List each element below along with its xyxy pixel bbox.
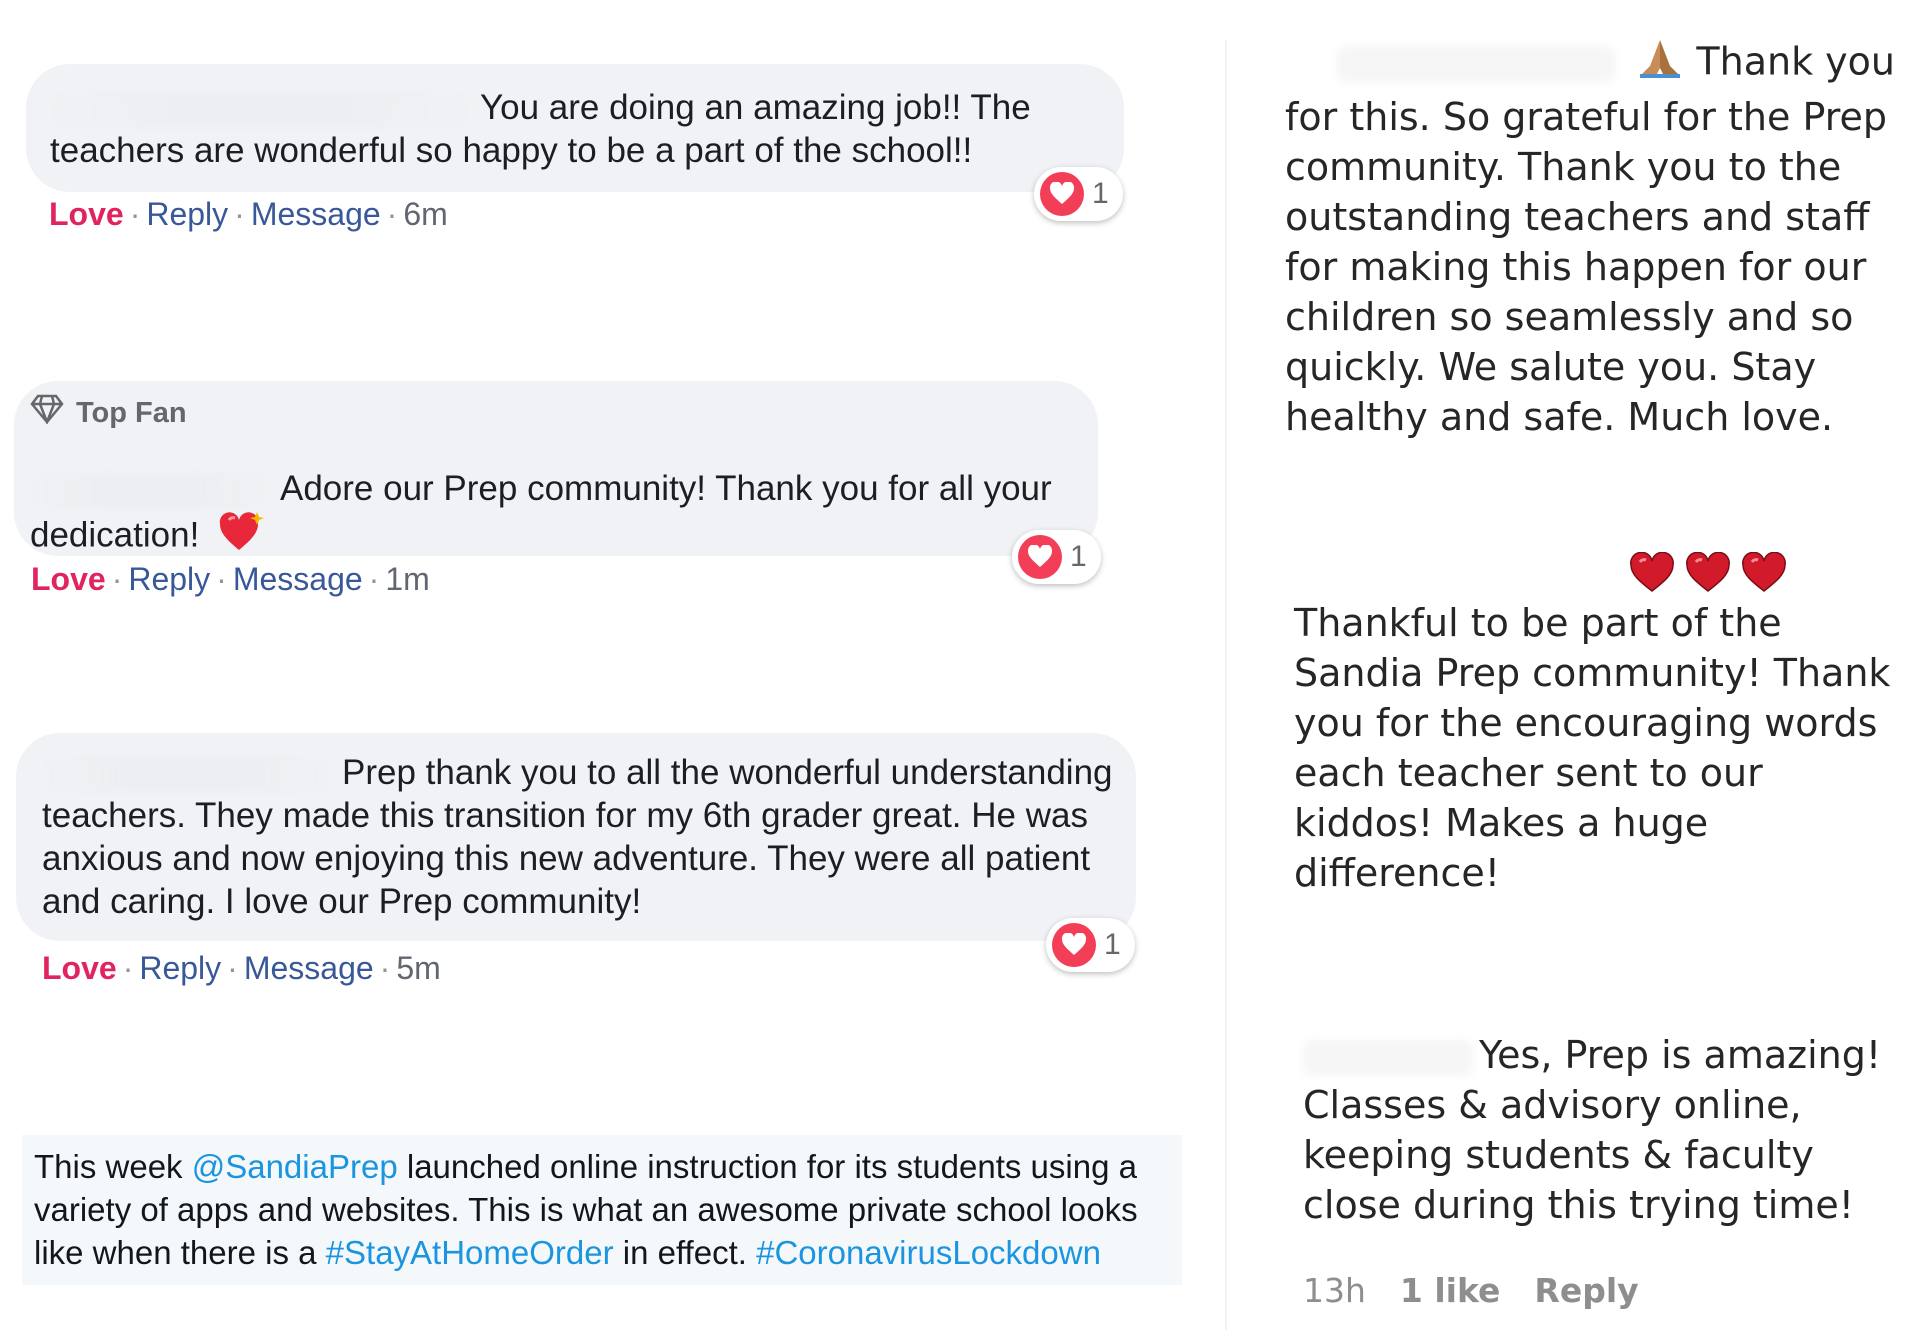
hashtag-link[interactable]: #StayAtHomeOrder — [326, 1234, 614, 1271]
reaction-count: 1 — [1070, 540, 1087, 573]
separator: · — [379, 950, 391, 986]
ig-comment-text: for this. So grateful for the Prep commu… — [1285, 95, 1887, 439]
message-link[interactable]: Message — [233, 561, 363, 597]
red-heart-emoji — [1740, 551, 1788, 599]
comment-bubble: You are doing an amazing job!! The teach… — [26, 64, 1124, 192]
separator: · — [368, 561, 380, 597]
ig-comment: Thankful to be part of the Sandia Prep c… — [1294, 598, 1894, 898]
praying-hands-emoji — [1636, 36, 1684, 92]
ig-comment: Thank you for this. So grateful for the … — [1285, 36, 1895, 442]
message-link[interactable]: Message — [244, 950, 374, 986]
timestamp[interactable]: 6m — [403, 196, 447, 232]
heart-emojis — [1628, 551, 1788, 599]
reply-link[interactable]: Reply — [139, 950, 221, 986]
ig-reply-button[interactable]: Reply — [1534, 1271, 1638, 1310]
ig-comment-meta: 13h 1 like Reply — [1303, 1271, 1639, 1310]
timestamp[interactable]: 1m — [385, 561, 429, 597]
heart-reaction-icon — [1018, 535, 1062, 579]
ig-comment: Yes, Prep is amazing! Classes & advisory… — [1303, 1030, 1893, 1230]
blurred-username — [1336, 46, 1617, 82]
comment-actions: Love · Reply · Message · 1m — [31, 561, 430, 598]
comment-actions: Love · Reply · Message · 6m — [49, 196, 448, 233]
reaction-count: 1 — [1104, 928, 1121, 961]
blurred-username — [42, 757, 332, 792]
timestamp[interactable]: 5m — [396, 950, 440, 986]
red-heart-emoji — [1628, 551, 1676, 599]
separator: · — [227, 950, 238, 986]
love-link[interactable]: Love — [49, 196, 124, 232]
reply-link[interactable]: Reply — [128, 561, 210, 597]
separator: · — [122, 950, 134, 986]
comment-actions: Love · Reply · Message · 5m — [42, 950, 441, 987]
reply-link[interactable]: Reply — [146, 196, 228, 232]
separator: · — [111, 561, 123, 597]
ig-comment-first-line: Yes, Prep is amazing! — [1303, 1030, 1893, 1080]
separator: · — [234, 196, 245, 232]
blurred-username — [30, 473, 270, 508]
ig-timestamp[interactable]: 13h — [1303, 1271, 1366, 1310]
love-link[interactable]: Love — [31, 561, 106, 597]
reaction-count-pill[interactable]: 1 — [1034, 167, 1123, 221]
ig-likes-count[interactable]: 1 like — [1400, 1271, 1501, 1310]
blurred-username — [1303, 1039, 1473, 1076]
reaction-count-pill[interactable]: 1 — [1012, 530, 1101, 584]
ig-comment-text: Thankful to be part of the Sandia Prep c… — [1294, 601, 1891, 895]
ig-comment-text: Yes, Prep is amazing! — [1479, 1033, 1882, 1077]
tweet-text: This week @SandiaPrep launched online in… — [22, 1135, 1182, 1285]
top-fan-badge: Top Fan — [30, 394, 187, 432]
comment-bubble: Prep thank you to all the wonderful unde… — [16, 733, 1136, 941]
hashtag-link[interactable]: #CoronavirusLockdown — [756, 1234, 1101, 1271]
separator: · — [386, 196, 398, 232]
message-link[interactable]: Message — [251, 196, 381, 232]
mention-link[interactable]: @SandiaPrep — [192, 1148, 398, 1185]
separator: · — [129, 196, 141, 232]
love-link[interactable]: Love — [42, 950, 117, 986]
separator: · — [216, 561, 227, 597]
heart-reaction-icon — [1052, 923, 1096, 967]
column-divider — [1225, 40, 1227, 1330]
diamond-icon — [30, 394, 64, 432]
tweet-text-part: This week — [34, 1148, 192, 1185]
reaction-count: 1 — [1092, 177, 1109, 210]
sparkling-heart-emoji — [217, 510, 265, 564]
tweet-text-part: in effect. — [613, 1234, 757, 1271]
top-fan-label: Top Fan — [76, 396, 187, 429]
ig-comment-first-line: Thank you — [1285, 36, 1895, 92]
blurred-username — [50, 92, 470, 127]
red-heart-emoji — [1684, 551, 1732, 599]
heart-reaction-icon — [1040, 172, 1084, 216]
ig-comment-text: Thank you — [1696, 39, 1895, 84]
ig-comment-text: Classes & advisory online, keeping stude… — [1303, 1083, 1854, 1227]
reaction-count-pill[interactable]: 1 — [1046, 918, 1135, 972]
